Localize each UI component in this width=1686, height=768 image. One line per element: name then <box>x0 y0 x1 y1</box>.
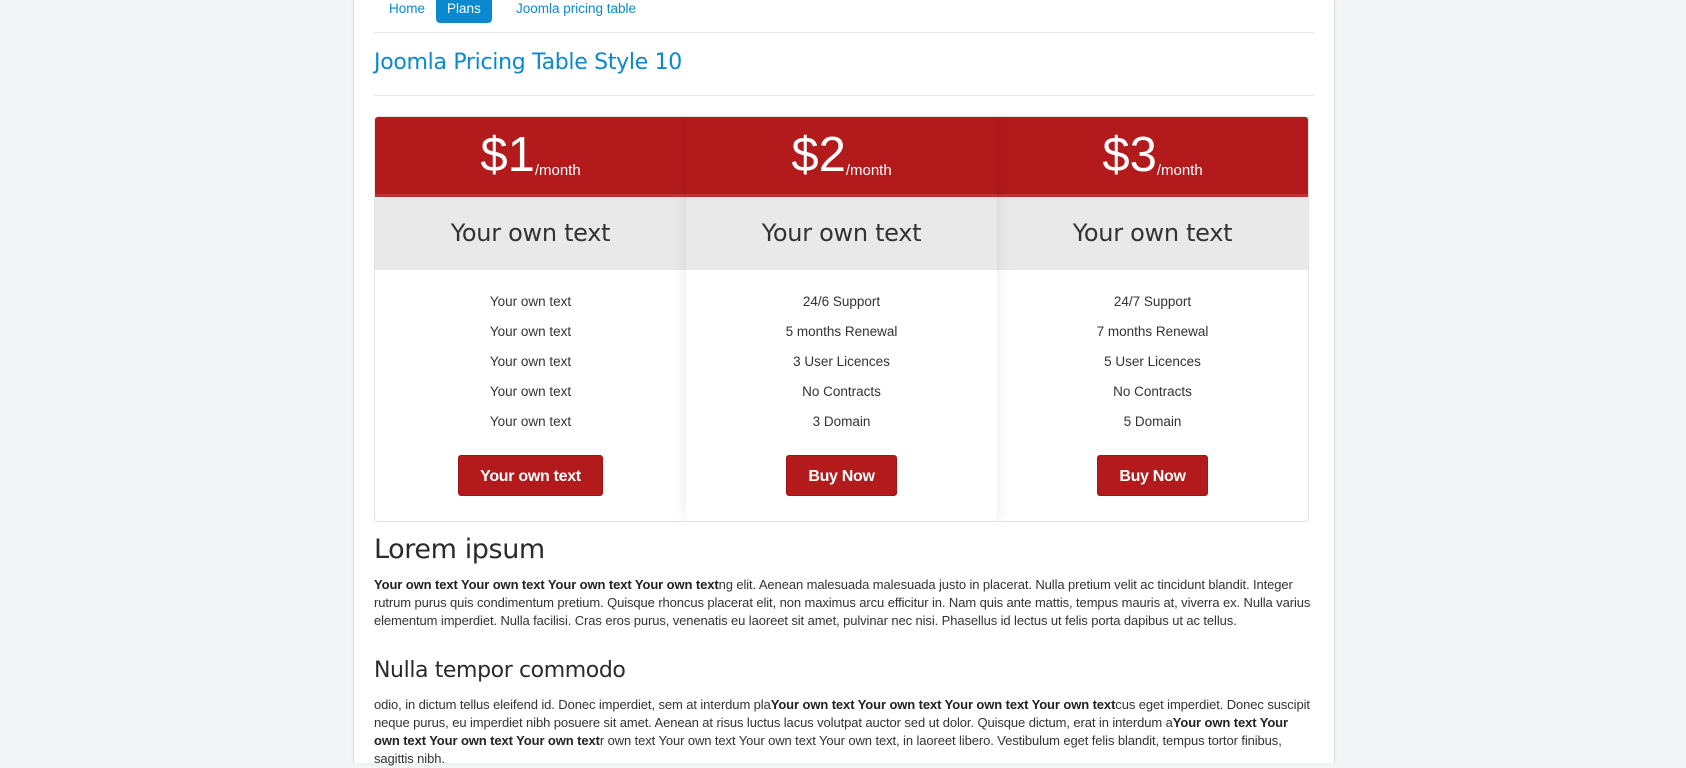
plan-2-buy-now-button[interactable]: Buy Now <box>786 455 897 496</box>
bold-text: Your own text Your own text Your own tex… <box>374 577 719 592</box>
feature-item: No Contracts <box>802 384 881 399</box>
feature-item: Your own text <box>489 294 572 309</box>
pricing-plan-3: $3/month Your own text 24/7 Support 7 mo… <box>997 117 1308 521</box>
price-period: /month <box>534 162 581 179</box>
feature-item: No Contracts <box>1113 384 1192 399</box>
feature-item: 5 Domain <box>1123 414 1182 429</box>
feature-item: 5 months Renewal <box>785 324 898 339</box>
plan-name: Your own text <box>686 197 997 270</box>
price-period: /month <box>845 162 892 179</box>
price-period: /month <box>1156 162 1203 179</box>
section-2-paragraph: odio, in dictum tellus eleifend id. Done… <box>374 696 1312 768</box>
nav-item-joomla-pricing-table[interactable]: Joomla pricing table <box>505 0 647 23</box>
page-title: Joomla Pricing Table Style 10 <box>374 50 683 75</box>
feature-list: 24/7 Support 7 months Renewal 5 User Lic… <box>997 270 1308 441</box>
price-amount: $1 <box>480 128 535 182</box>
price-header: $2/month <box>686 117 997 197</box>
feature-item: 3 Domain <box>812 414 871 429</box>
page-container: Home Plans Joomla pricing table Joomla P… <box>353 0 1335 766</box>
bold-text: Your own text Your own text Your own tex… <box>770 697 1116 712</box>
plan-3-buy-now-button[interactable]: Buy Now <box>1097 455 1208 496</box>
section-heading-lorem-ipsum: Lorem ipsum <box>374 534 545 565</box>
feature-item: Your own text <box>489 324 572 339</box>
nav-item-plans[interactable]: Plans <box>436 0 492 23</box>
feature-item: 5 User Licences <box>1104 354 1201 369</box>
title-divider <box>374 95 1314 96</box>
price-header: $1/month <box>375 117 686 197</box>
plan-1-button[interactable]: Your own text <box>458 455 603 496</box>
price-amount: $2 <box>791 128 846 182</box>
price-amount: $3 <box>1102 128 1157 182</box>
price-header: $3/month <box>997 117 1308 197</box>
feature-item: Your own text <box>489 414 572 429</box>
top-nav: Home Plans Joomla pricing table <box>374 0 1314 33</box>
feature-item: 3 User Licences <box>793 354 890 369</box>
plan-name: Your own text <box>375 197 686 270</box>
feature-item: 24/7 Support <box>1113 294 1192 309</box>
feature-list: 24/6 Support 5 months Renewal 3 User Lic… <box>686 270 997 441</box>
paragraph-text: odio, in dictum tellus eleifend id. Done… <box>374 697 771 712</box>
content-area: Home Plans Joomla pricing table Joomla P… <box>374 0 1314 766</box>
feature-item: Your own text <box>489 354 572 369</box>
pricing-plan-2: $2/month Your own text 24/6 Support 5 mo… <box>686 117 997 521</box>
section-heading-nulla-tempor-commodo: Nulla tempor commodo <box>374 658 626 683</box>
section-1-paragraph: Your own text Your own text Your own tex… <box>374 576 1312 630</box>
feature-item: Your own text <box>489 384 572 399</box>
feature-list: Your own text Your own text Your own tex… <box>375 270 686 441</box>
feature-item: 24/6 Support <box>802 294 881 309</box>
pricing-table: $1/month Your own text Your own text You… <box>374 116 1309 522</box>
nav-item-home[interactable]: Home <box>378 0 436 23</box>
plan-name: Your own text <box>997 197 1308 270</box>
feature-item: 7 months Renewal <box>1096 324 1209 339</box>
pricing-plan-1: $1/month Your own text Your own text You… <box>375 117 686 521</box>
